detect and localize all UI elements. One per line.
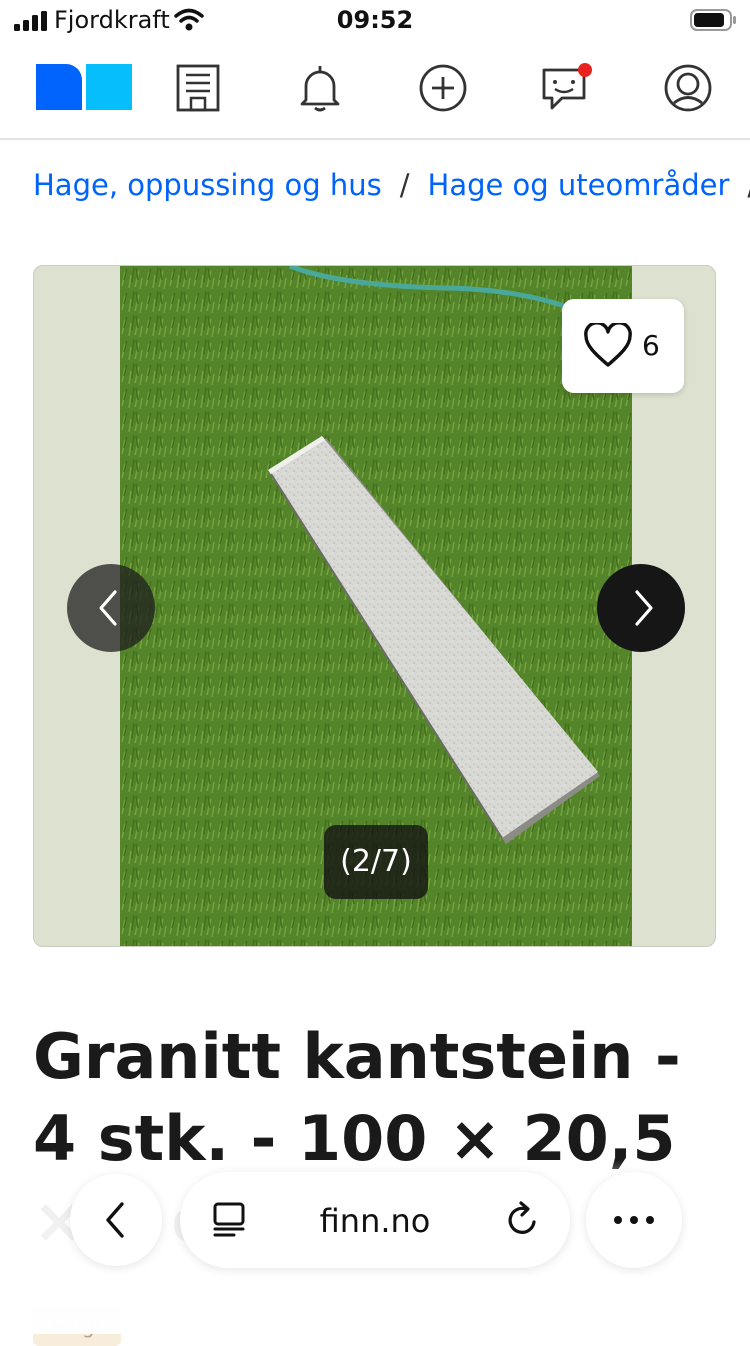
profile-icon[interactable]	[662, 62, 714, 114]
bell-icon[interactable]	[294, 62, 346, 114]
breadcrumb: Hage, oppussing og hus / Hage og uteområde…	[33, 168, 750, 218]
image-gallery[interactable]: 6 (2/7)	[33, 265, 716, 947]
building-icon[interactable]	[172, 62, 224, 114]
finn-logo[interactable]	[36, 64, 132, 110]
previous-image-button[interactable]	[67, 564, 155, 652]
chevron-right-icon	[635, 590, 653, 626]
more-icon	[614, 1216, 654, 1224]
more-options-button[interactable]	[586, 1172, 682, 1268]
address-bar[interactable]: finn.no	[180, 1172, 570, 1268]
heart-icon	[584, 323, 632, 367]
next-image-button[interactable]	[597, 564, 685, 652]
breadcrumb-link-category[interactable]: Hage, oppussing og hus	[33, 168, 382, 202]
notification-dot	[578, 63, 592, 77]
clock: 09:52	[336, 6, 414, 34]
reload-icon[interactable]	[506, 1200, 540, 1238]
image-counter: (2/7)	[324, 825, 428, 899]
back-icon	[106, 1202, 124, 1238]
breadcrumb-link-subcategory[interactable]: Hage og uteområder	[428, 168, 730, 202]
breadcrumb-separator: /	[399, 168, 410, 202]
status-bar: Fjordkraft 09:52	[0, 0, 750, 44]
browser-back-button[interactable]	[70, 1174, 162, 1266]
chat-icon[interactable]	[540, 62, 592, 114]
battery-icon	[690, 9, 736, 31]
top-navigation	[0, 44, 750, 140]
browser-toolbar: finn.no	[0, 1160, 750, 1334]
favorite-count: 6	[642, 329, 660, 362]
favorite-button[interactable]: 6	[562, 299, 684, 393]
chevron-left-icon	[99, 590, 117, 626]
plus-circle-icon[interactable]	[417, 62, 469, 114]
